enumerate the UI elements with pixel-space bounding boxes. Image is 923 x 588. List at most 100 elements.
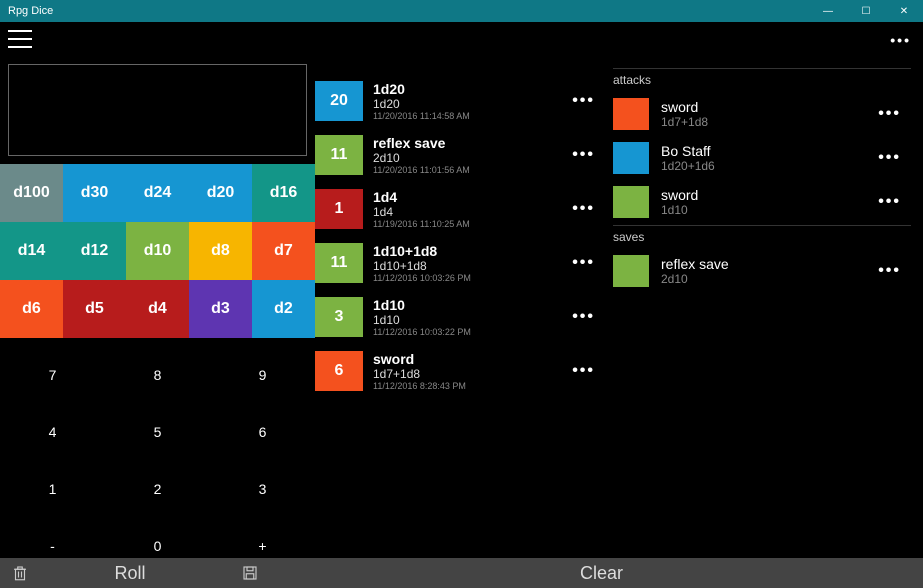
die-d10[interactable]: d10 [126, 222, 189, 280]
numpad-1[interactable]: 1 [0, 460, 105, 517]
expression-preview [8, 64, 307, 156]
saved-swatch [613, 255, 649, 287]
roll-value-badge: 6 [315, 351, 363, 391]
saved-swatch [613, 142, 649, 174]
saved-name: sword [661, 99, 868, 115]
saved-more-button[interactable]: ••• [868, 193, 911, 211]
attacks-list: sword1d7+1d8•••Bo Staff1d20+1d6•••sword1… [613, 93, 911, 223]
die-d5[interactable]: d5 [63, 280, 126, 338]
minimize-button[interactable]: — [809, 0, 847, 22]
numpad-2[interactable]: 2 [105, 460, 210, 517]
section-title-saves: saves [613, 225, 911, 244]
saved-panel: attacks sword1d7+1d8•••Bo Staff1d20+1d6•… [605, 22, 923, 558]
numpad--[interactable]: - [0, 517, 105, 574]
saved-name: Bo Staff [661, 143, 868, 159]
roll-time: 11/12/2016 10:03:22 PM [373, 327, 562, 337]
saved-info: sword1d10 [661, 187, 868, 217]
saved-more-button[interactable]: ••• [868, 262, 911, 280]
roll-row[interactable]: 111d10+1d81d10+1d811/12/2016 10:03:26 PM… [315, 238, 605, 288]
roll-name: sword [373, 351, 562, 367]
saved-swatch [613, 98, 649, 130]
saved-formula: 1d7+1d8 [661, 115, 868, 129]
numpad-6[interactable]: 6 [210, 403, 315, 460]
roll-name: 1d4 [373, 189, 562, 205]
roll-more-button[interactable]: ••• [562, 146, 605, 164]
roll-row[interactable]: 11reflex save2d1011/20/2016 11:01:56 AM•… [315, 130, 605, 180]
roll-more-button[interactable]: ••• [562, 254, 605, 272]
saved-info: Bo Staff1d20+1d6 [661, 143, 868, 173]
numpad-4[interactable]: 4 [0, 403, 105, 460]
roll-info: 1d101d1011/12/2016 10:03:22 PM [373, 297, 562, 337]
left-panel: d100d30d24d20d16d14d12d10d8d7d6d5d4d3d2 … [0, 22, 315, 558]
roll-name: 1d20 [373, 81, 562, 97]
die-d8[interactable]: d8 [189, 222, 252, 280]
numpad-0[interactable]: 0 [105, 517, 210, 574]
die-d16[interactable]: d16 [252, 164, 315, 222]
roll-history: 201d201d2011/20/2016 11:14:58 AM•••11ref… [315, 22, 605, 558]
saved-row[interactable]: sword1d7+1d8••• [613, 93, 911, 135]
saved-info: sword1d7+1d8 [661, 99, 868, 129]
roll-more-button[interactable]: ••• [562, 362, 605, 380]
die-d12[interactable]: d12 [63, 222, 126, 280]
numpad-+[interactable]: + [210, 517, 315, 574]
roll-formula: 1d10+1d8 [373, 259, 562, 273]
die-d7[interactable]: d7 [252, 222, 315, 280]
roll-more-button[interactable]: ••• [562, 200, 605, 218]
roll-more-button[interactable]: ••• [562, 92, 605, 110]
roll-value-badge: 11 [315, 135, 363, 175]
clear-label: Clear [580, 563, 623, 584]
roll-value-badge: 1 [315, 189, 363, 229]
roll-name: 1d10+1d8 [373, 243, 562, 259]
saved-row[interactable]: reflex save2d10••• [613, 250, 911, 292]
numpad-8[interactable]: 8 [105, 346, 210, 403]
roll-more-button[interactable]: ••• [562, 308, 605, 326]
saved-name: reflex save [661, 256, 868, 272]
die-d3[interactable]: d3 [189, 280, 252, 338]
die-d2[interactable]: d2 [252, 280, 315, 338]
app-body: ••• d100d30d24d20d16d14d12d10d8d7d6d5d4d… [0, 22, 923, 558]
die-d4[interactable]: d4 [126, 280, 189, 338]
saved-formula: 1d20+1d6 [661, 159, 868, 173]
more-button-top[interactable]: ••• [890, 32, 911, 48]
die-d24[interactable]: d24 [126, 164, 189, 222]
numpad-3[interactable]: 3 [210, 460, 315, 517]
roll-row[interactable]: 11d41d411/19/2016 11:10:25 AM••• [315, 184, 605, 234]
numpad-7[interactable]: 7 [0, 346, 105, 403]
roll-row[interactable]: 201d201d2011/20/2016 11:14:58 AM••• [315, 76, 605, 126]
roll-formula: 1d20 [373, 97, 562, 111]
numpad-9[interactable]: 9 [210, 346, 315, 403]
roll-info: reflex save2d1011/20/2016 11:01:56 AM [373, 135, 562, 175]
numpad-5[interactable]: 5 [105, 403, 210, 460]
roll-formula: 1d7+1d8 [373, 367, 562, 381]
die-d30[interactable]: d30 [63, 164, 126, 222]
saved-info: reflex save2d10 [661, 256, 868, 286]
saved-name: sword [661, 187, 868, 203]
roll-formula: 2d10 [373, 151, 562, 165]
die-d100[interactable]: d100 [0, 164, 63, 222]
clear-button[interactable]: Clear [280, 558, 923, 588]
die-d20[interactable]: d20 [189, 164, 252, 222]
section-title-attacks: attacks [613, 68, 911, 87]
saved-more-button[interactable]: ••• [868, 149, 911, 167]
die-d14[interactable]: d14 [0, 222, 63, 280]
maximize-button[interactable]: ☐ [847, 0, 885, 22]
window-title: Rpg Dice [8, 5, 53, 17]
roll-time: 11/20/2016 11:01:56 AM [373, 165, 562, 175]
saved-more-button[interactable]: ••• [868, 105, 911, 123]
hamburger-icon[interactable] [8, 30, 32, 48]
roll-value-badge: 3 [315, 297, 363, 337]
roll-time: 11/20/2016 11:14:58 AM [373, 111, 562, 121]
saved-formula: 1d10 [661, 203, 868, 217]
roll-name: reflex save [373, 135, 562, 151]
roll-value-badge: 11 [315, 243, 363, 283]
roll-row[interactable]: 31d101d1011/12/2016 10:03:22 PM••• [315, 292, 605, 342]
roll-info: 1d41d411/19/2016 11:10:25 AM [373, 189, 562, 229]
roll-row[interactable]: 6sword1d7+1d811/12/2016 8:28:43 PM••• [315, 346, 605, 396]
saved-row[interactable]: sword1d10••• [613, 181, 911, 223]
die-d6[interactable]: d6 [0, 280, 63, 338]
roll-time: 11/12/2016 10:03:26 PM [373, 273, 562, 283]
roll-value-badge: 20 [315, 81, 363, 121]
saved-row[interactable]: Bo Staff1d20+1d6••• [613, 137, 911, 179]
roll-info: 1d10+1d81d10+1d811/12/2016 10:03:26 PM [373, 243, 562, 283]
close-button[interactable]: ✕ [885, 0, 923, 22]
